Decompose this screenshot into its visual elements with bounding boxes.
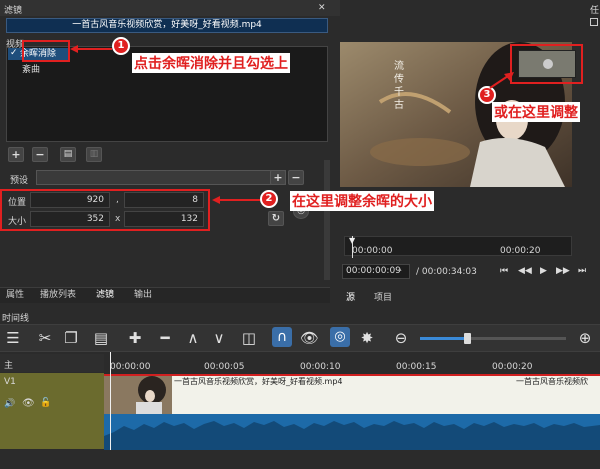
audio-waveform[interactable] xyxy=(104,414,600,450)
tab-source[interactable]: 源 xyxy=(346,290,355,303)
skip-previous-icon[interactable]: ⏮ xyxy=(500,266,508,276)
panel-close-icon[interactable]: ✕ xyxy=(318,3,326,13)
copy-icon[interactable]: ❐ xyxy=(62,329,80,347)
tab-project[interactable]: 项目 xyxy=(374,290,392,303)
timeline-empty-area xyxy=(0,450,600,469)
copy-filter-button[interactable]: ▤ xyxy=(60,147,76,162)
trash-icon[interactable]: ▥ xyxy=(86,147,102,162)
checkmark-icon[interactable]: ✓ xyxy=(10,48,18,58)
arrow-icon xyxy=(489,72,514,89)
filters-scrollbar[interactable] xyxy=(324,160,330,280)
clip-label-2: 一首古风音乐视频欣 xyxy=(516,377,588,386)
timeline-header: 时间线 xyxy=(0,311,600,324)
video-vertical-text: 流传千古 xyxy=(394,61,404,111)
filters-panel-header: 滤镜 xyxy=(0,0,340,16)
play-icon[interactable]: ▶ xyxy=(540,266,547,276)
paste-icon[interactable]: ▤ xyxy=(92,329,110,347)
scrub-audio-icon[interactable]: 👁 xyxy=(300,329,319,347)
track-header-v1[interactable]: V1 🔊 👁 🔓 xyxy=(0,373,104,449)
tab-export[interactable]: 输出 xyxy=(134,288,152,302)
timecode-spin-icon[interactable]: ▴ xyxy=(398,265,402,273)
remove-preset-button[interactable]: − xyxy=(288,170,304,185)
filters-panel-title: 滤镜 xyxy=(4,6,23,16)
snap-icon[interactable]: ∩ xyxy=(272,327,292,347)
video-clip[interactable]: 一首古风音乐视频欣赏，好美呀_好看视频.mp4 一首古风音乐视频欣 xyxy=(104,376,600,414)
append-icon[interactable]: ✚ xyxy=(126,329,144,347)
remove-filter-button[interactable]: − xyxy=(32,147,48,162)
ruler-tick-1: 00:00:05 xyxy=(204,362,245,372)
remove-icon[interactable]: ━ xyxy=(156,329,174,347)
tab-filters[interactable]: 滤镜 xyxy=(96,288,114,302)
rewind-icon[interactable]: ◀◀ xyxy=(518,266,532,276)
playhead-marker-icon: ▼ xyxy=(349,236,356,245)
ruler-tick-0: 00:00:00 xyxy=(110,362,151,372)
skip-next-icon[interactable]: ⏭ xyxy=(578,266,586,276)
annotation-text-1: 点击余晖消除并且勾选上 xyxy=(132,53,290,73)
filter-item-distort[interactable]: 紊曲 xyxy=(22,62,40,75)
ruler-tick-2: 00:00:10 xyxy=(300,362,341,372)
waveform-graphic xyxy=(104,421,600,450)
reset-icon[interactable]: ↻ xyxy=(268,211,284,226)
speaker-icon[interactable]: 🔊 xyxy=(4,399,15,409)
lift-icon[interactable]: ∧ xyxy=(184,329,202,347)
ripple-all-icon[interactable]: ✸ xyxy=(358,329,376,347)
clip-label-1: 一首古风音乐视频欣赏，好美呀_好看视频.mp4 xyxy=(174,377,343,386)
scrub-tick-mid: 00:00:20 xyxy=(500,246,541,256)
timeline-ruler[interactable]: 00:00:00 00:00:05 00:00:10 00:00:15 00:0… xyxy=(104,356,600,374)
tab-playlist[interactable]: 播放列表 xyxy=(40,288,76,302)
arrow-icon xyxy=(212,196,260,204)
overwrite-icon[interactable]: ∨ xyxy=(210,329,228,347)
ruler-tick-4: 00:00:20 xyxy=(492,362,533,372)
arrow-icon xyxy=(70,45,112,53)
preset-select[interactable]: ▼ xyxy=(36,170,286,185)
ripple-icon[interactable]: ◎ xyxy=(330,327,350,347)
highlight-box-size xyxy=(0,189,210,231)
fast-forward-icon[interactable]: ▶▶ xyxy=(556,266,570,276)
highlight-box-filter xyxy=(22,40,70,62)
checkbox-icon[interactable] xyxy=(590,18,598,26)
add-preset-button[interactable]: + xyxy=(270,170,286,185)
annotation-text-3: 或在这里调整 xyxy=(492,102,580,122)
timeline-title: 时间线 xyxy=(2,314,30,324)
tab-properties[interactable]: 属性 xyxy=(6,288,24,302)
split-icon[interactable]: ◫ xyxy=(240,329,258,347)
highlight-box-preview xyxy=(510,44,583,84)
annotation-badge-1: 1 xyxy=(112,37,130,55)
menu-icon[interactable]: ☰ xyxy=(4,329,22,347)
eye-icon[interactable]: 👁 xyxy=(22,398,35,409)
right-panel-title: 任 xyxy=(590,6,600,16)
zoom-slider-handle[interactable] xyxy=(464,333,471,344)
annotation-text-2: 在这里调整余晖的大小 xyxy=(290,191,434,211)
main-track-label: 主 xyxy=(4,361,14,371)
ruler-tick-3: 00:00:15 xyxy=(396,362,437,372)
zoom-out-icon[interactable]: ⊖ xyxy=(392,329,410,347)
preset-label: 预设 xyxy=(10,176,29,186)
cut-icon[interactable]: ✂ xyxy=(36,329,54,347)
v1-track-label: V1 xyxy=(4,377,16,387)
track-header-main[interactable]: 主 xyxy=(0,354,104,372)
clip-thumbnail xyxy=(104,376,172,414)
lock-icon[interactable]: 🔓 xyxy=(40,398,51,408)
zoom-slider[interactable] xyxy=(420,333,566,344)
total-timecode: / 00:00:34:03 xyxy=(416,267,477,277)
annotation-badge-2: 2 xyxy=(260,190,278,208)
scrub-tick-start: 00:00:00 xyxy=(352,246,393,256)
current-clip-name: 一首古风音乐视频欣赏，好美呀_好看视频.mp4 xyxy=(6,18,328,33)
add-filter-button[interactable]: + xyxy=(8,147,24,162)
zoom-in-icon[interactable]: ⊕ xyxy=(576,329,594,347)
